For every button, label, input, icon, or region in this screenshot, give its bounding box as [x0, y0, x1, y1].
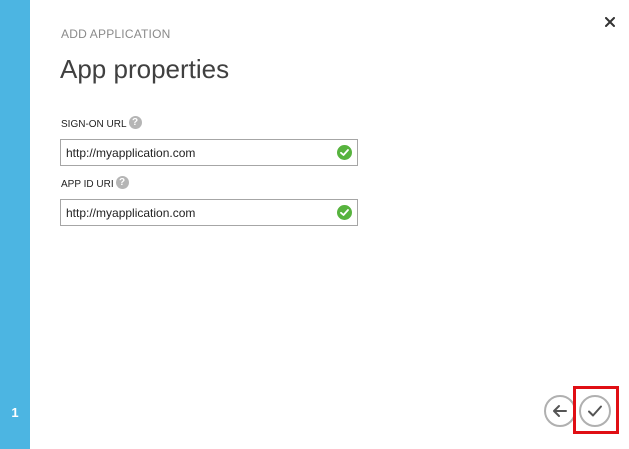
- add-application-dialog: 1 ADD APPLICATION App properties SIGN-ON…: [0, 0, 629, 449]
- step-number: 1: [11, 405, 19, 420]
- sign-on-url-label: SIGN-ON URL ?: [61, 116, 142, 130]
- close-icon: [605, 17, 615, 27]
- sign-on-url-label-text: SIGN-ON URL: [61, 119, 127, 130]
- arrow-left-icon: [553, 405, 567, 417]
- help-icon[interactable]: ?: [128, 116, 142, 129]
- page-title: App properties: [60, 54, 230, 84]
- checkmark-circle-icon: [337, 205, 352, 220]
- checkmark-circle-icon: [337, 145, 352, 160]
- app-id-uri-field[interactable]: [60, 199, 358, 226]
- app-id-uri-label: APP ID URI ?: [61, 176, 129, 190]
- app-id-uri-label-text: APP ID URI: [61, 179, 114, 190]
- dialog-eyebrow: ADD APPLICATION: [61, 27, 171, 41]
- close-button[interactable]: [600, 12, 620, 32]
- back-button[interactable]: [544, 395, 576, 427]
- checkmark-icon: [588, 405, 602, 417]
- sign-on-url-field[interactable]: [60, 139, 358, 166]
- app-id-uri-input[interactable]: [61, 200, 331, 225]
- step-rail: 1: [0, 0, 30, 449]
- finish-button[interactable]: [579, 395, 611, 427]
- help-icon[interactable]: ?: [115, 176, 129, 189]
- sign-on-url-input[interactable]: [61, 140, 331, 165]
